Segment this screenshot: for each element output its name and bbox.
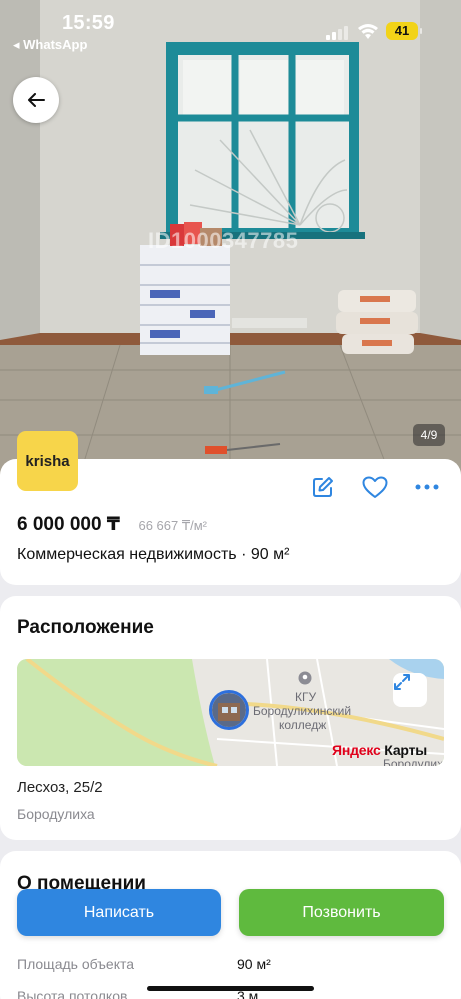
map-corner-label: Бородулиха (383, 757, 444, 766)
write-button[interactable]: Написать (17, 889, 221, 936)
map-brand: Яндекс Карты (332, 742, 427, 758)
pin-icon (298, 671, 312, 685)
listing-screen: 15:59 ◂ WhatsApp 41 ID1000347785 4/9 kri… (0, 0, 461, 999)
photo-counter: 4/9 (413, 424, 445, 446)
edit-icon (313, 477, 333, 497)
map-poi-label-1: КГУ (295, 690, 317, 704)
back-button[interactable] (13, 77, 59, 123)
listing-photo[interactable]: 15:59 ◂ WhatsApp 41 ID1000347785 4/9 (0, 0, 461, 475)
map-brand-second: Карты (380, 742, 427, 758)
call-button[interactable]: Позвонить (239, 889, 444, 936)
price-row: 6 000 000 ₸ 66 667 ₸/м² (17, 513, 207, 536)
arrow-left-icon (28, 93, 45, 107)
favorite-button[interactable] (360, 472, 390, 502)
edit-button[interactable] (308, 472, 338, 502)
listing-actions (308, 472, 448, 502)
location-map[interactable]: КГУ Бородулихинский колледж Бородулиха Я… (17, 659, 444, 766)
wifi-icon (358, 24, 378, 39)
map-brand-first: Яндекс (332, 742, 381, 758)
marker-photo (212, 693, 246, 727)
status-time: 15:59 (62, 12, 115, 34)
location-title: Расположение (17, 617, 154, 638)
address: Лесхоз, 25/2 (17, 779, 103, 796)
prop-value: 90 м² (237, 956, 271, 972)
listing-subtitle: Коммерческая недвижимость · 90 м² (17, 546, 290, 563)
price: 6 000 000 ₸ (17, 514, 121, 535)
battery-icon: 41 (386, 22, 418, 40)
prop-label: Площадь объекта (17, 956, 135, 972)
map-expand-button[interactable] (393, 673, 427, 707)
signal-icon (326, 26, 348, 40)
more-dots-icon (415, 484, 439, 490)
heart-icon (362, 476, 388, 498)
more-button[interactable] (412, 472, 442, 502)
back-to-app-link[interactable]: ◂ WhatsApp (13, 37, 87, 53)
prop-label: Высота потолков (17, 988, 128, 999)
home-indicator[interactable] (147, 986, 314, 991)
map-marker[interactable] (209, 690, 249, 730)
photo-watermark: ID1000347785 (148, 228, 299, 253)
status-bar: 15:59 ◂ WhatsApp 41 (0, 0, 461, 58)
map-poi-label-2: Бородулихинский (253, 704, 352, 718)
krisha-logo: krisha (17, 431, 78, 491)
price-per-m2: 66 667 ₸/м² (138, 518, 208, 533)
city: Бородулиха (17, 806, 95, 822)
map-poi-label-3: колледж (279, 718, 327, 732)
expand-icon (394, 674, 410, 690)
battery-tip (420, 28, 422, 34)
